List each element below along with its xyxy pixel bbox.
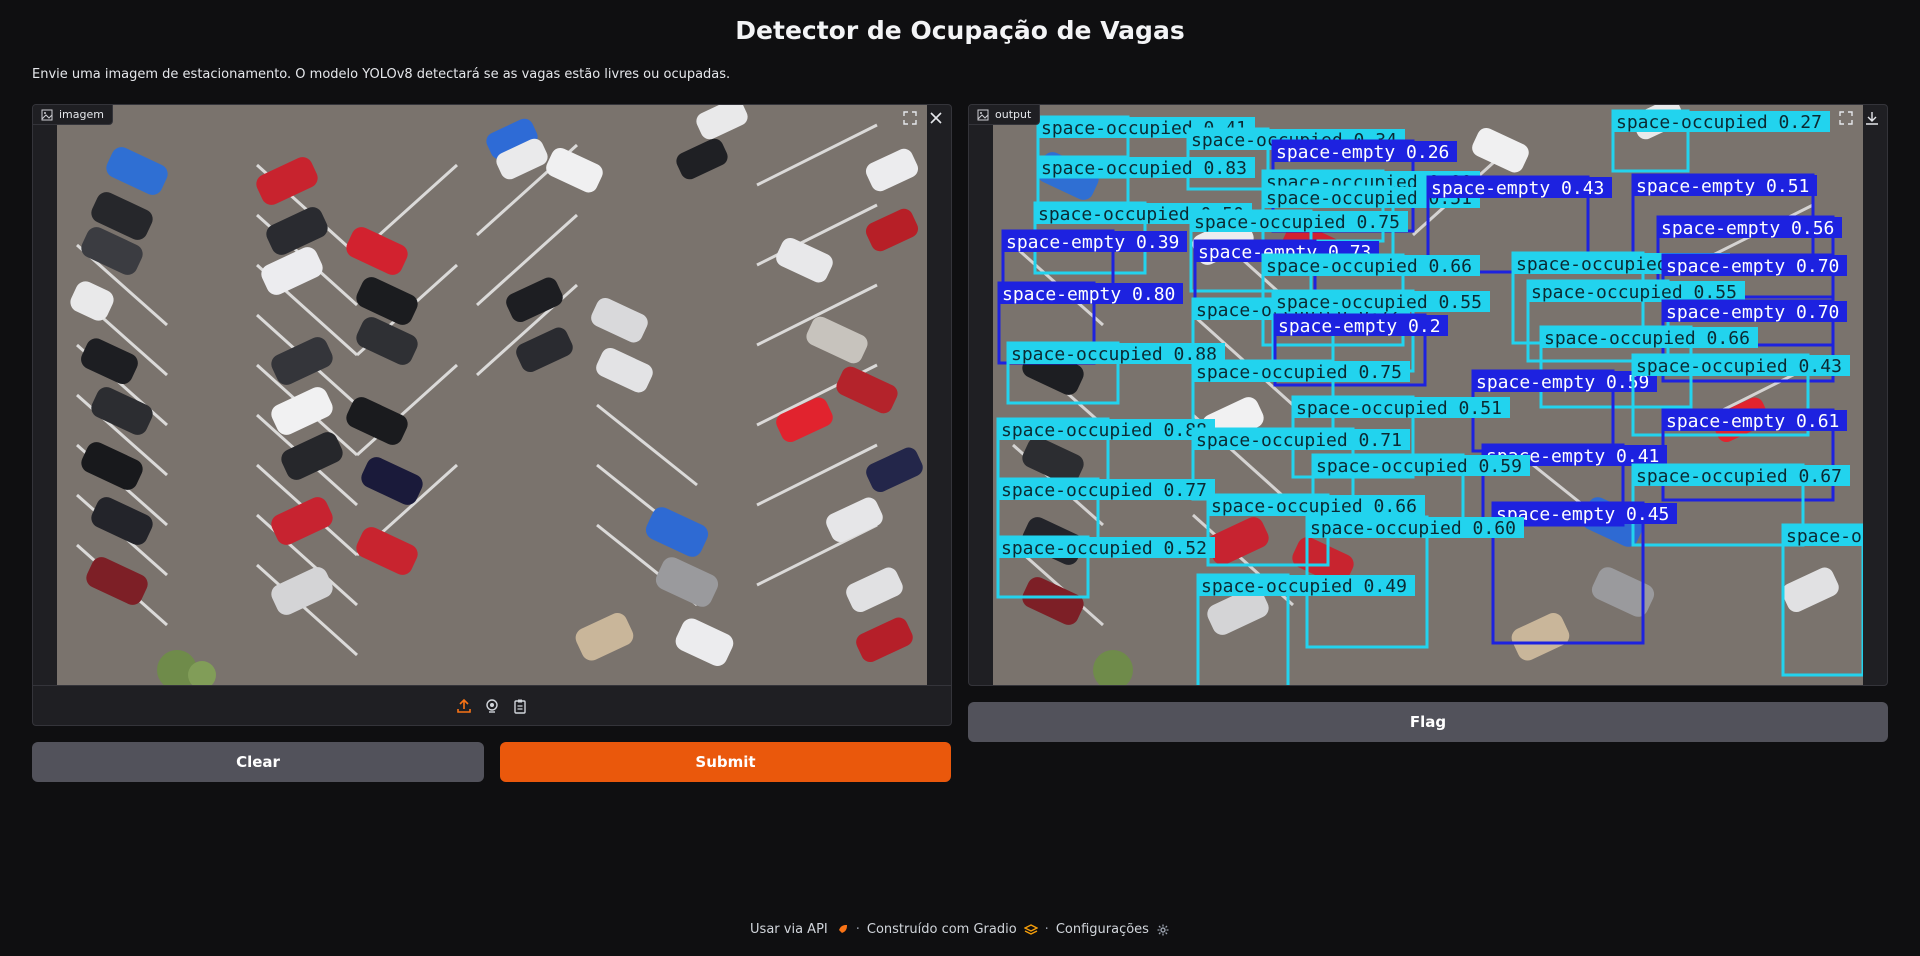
detection-label: space-occupied 0.67 (1636, 466, 1842, 487)
detection-label: space-occupied 0.60 (1310, 518, 1516, 539)
download-icon[interactable] (1863, 109, 1881, 127)
input-panel-label-text: imagem (59, 108, 104, 121)
detection-label: space-occupied 0.83 (1041, 158, 1247, 179)
submit-button[interactable]: Submit (500, 742, 951, 782)
output-panel-label: output (969, 105, 1041, 125)
api-link-label: Usar via API (750, 922, 828, 937)
detection-label: space-empty 0.80 (1002, 284, 1175, 305)
detection-overlay: space-occupied 0.41space-occupied 0.34sp… (993, 105, 1863, 685)
detection-label: space-occupied 0.59 (1316, 456, 1522, 477)
detection-label: space-empty 0.56 (1661, 218, 1834, 239)
footer: Usar via API · Construído com Gradio · C… (0, 922, 1920, 937)
detection-label: space-occupied 0.51 (1296, 398, 1502, 419)
flag-button[interactable]: Flag (968, 702, 1888, 742)
detection-label: space-occupied 0.77 (1001, 480, 1207, 501)
gear-icon[interactable] (1156, 923, 1170, 937)
detection-label: space-empty 0.43 (1431, 178, 1604, 199)
detection-label: space-empty 0.51 (1636, 176, 1809, 197)
parking-lot-photo (57, 105, 927, 685)
detection-label: space-empty 0.26 (1276, 142, 1449, 163)
gradio-link[interactable]: Construído com Gradio (867, 922, 1017, 937)
detection-label: space-occupied 0.88 (1001, 420, 1207, 441)
page-title: Detector de Ocupação de Vagas (735, 16, 1185, 45)
image-icon (977, 109, 989, 121)
detection-label: space-empty 0.59 (1476, 372, 1649, 393)
input-source-toolbar (33, 685, 951, 725)
detection-label: space-occupied 0.66 (1211, 496, 1417, 517)
gradio-logo-icon (1023, 923, 1038, 937)
api-link[interactable]: Usar via API (750, 922, 828, 937)
detection-label: space-occupied 0.49 (1201, 576, 1407, 597)
detection-label: space-occupied 0.88 (1011, 344, 1217, 365)
detection-label: space-occupied 0.52 (1001, 538, 1207, 559)
output-panel-label-text: output (995, 108, 1032, 121)
input-parking-image (57, 105, 927, 685)
clear-button[interactable]: Clear (32, 742, 484, 782)
detection-label: space-occupied 0.55 (1276, 292, 1482, 313)
detection-label: space-occupied 0.43 (1636, 356, 1842, 377)
detection-label: space-occupied 0.27 (1616, 112, 1822, 133)
fullscreen-icon[interactable] (1837, 109, 1855, 127)
footer-separator: · (1044, 922, 1049, 937)
detection-label: space-occupied 0.71 (1196, 430, 1402, 451)
page-description: Envie uma imagem de estacionamento. O mo… (32, 67, 731, 82)
detection-label: space-occupied 0.55 (1786, 526, 1863, 547)
detection-label: space-occupied 0.66 (1266, 256, 1472, 277)
detection-label: space-empty 0.39 (1006, 232, 1179, 253)
upload-icon[interactable] (454, 696, 474, 716)
detection-label: space-empty 0.2 (1278, 316, 1441, 337)
image-output-panel: output space-occupied 0.41 space-occupie… (968, 104, 1888, 686)
close-icon[interactable] (927, 109, 945, 127)
rocket-icon (835, 923, 849, 937)
settings-link-label: Configurações (1055, 922, 1149, 937)
input-panel-label: imagem (33, 105, 113, 125)
detection-label: space-occupied 0.75 (1194, 212, 1400, 233)
footer-separator: · (855, 922, 860, 937)
webcam-icon[interactable] (482, 696, 502, 716)
gradio-link-label: Construído com Gradio (866, 922, 1017, 937)
output-panel-controls (1837, 109, 1881, 127)
output-detection-image: space-occupied 0.41 space-occupied 0.34 sp… (993, 105, 1863, 685)
fullscreen-icon[interactable] (901, 109, 919, 127)
detection-label: space-occupied 0.66 (1544, 328, 1750, 349)
image-input-panel[interactable]: imagem (32, 104, 952, 726)
image-icon (41, 109, 53, 121)
detection-label: space-empty 0.70 (1666, 256, 1839, 277)
detection-label: space-empty 0.61 (1666, 411, 1839, 432)
clipboard-icon[interactable] (510, 696, 530, 716)
app-root: Detector de Ocupação de Vagas Envie uma … (0, 0, 1920, 956)
input-panel-controls (901, 109, 945, 127)
settings-link[interactable]: Configurações (1056, 922, 1149, 937)
detection-label: space-empty 0.70 (1666, 302, 1839, 323)
detection-label: space-occupied 0.75 (1196, 362, 1402, 383)
